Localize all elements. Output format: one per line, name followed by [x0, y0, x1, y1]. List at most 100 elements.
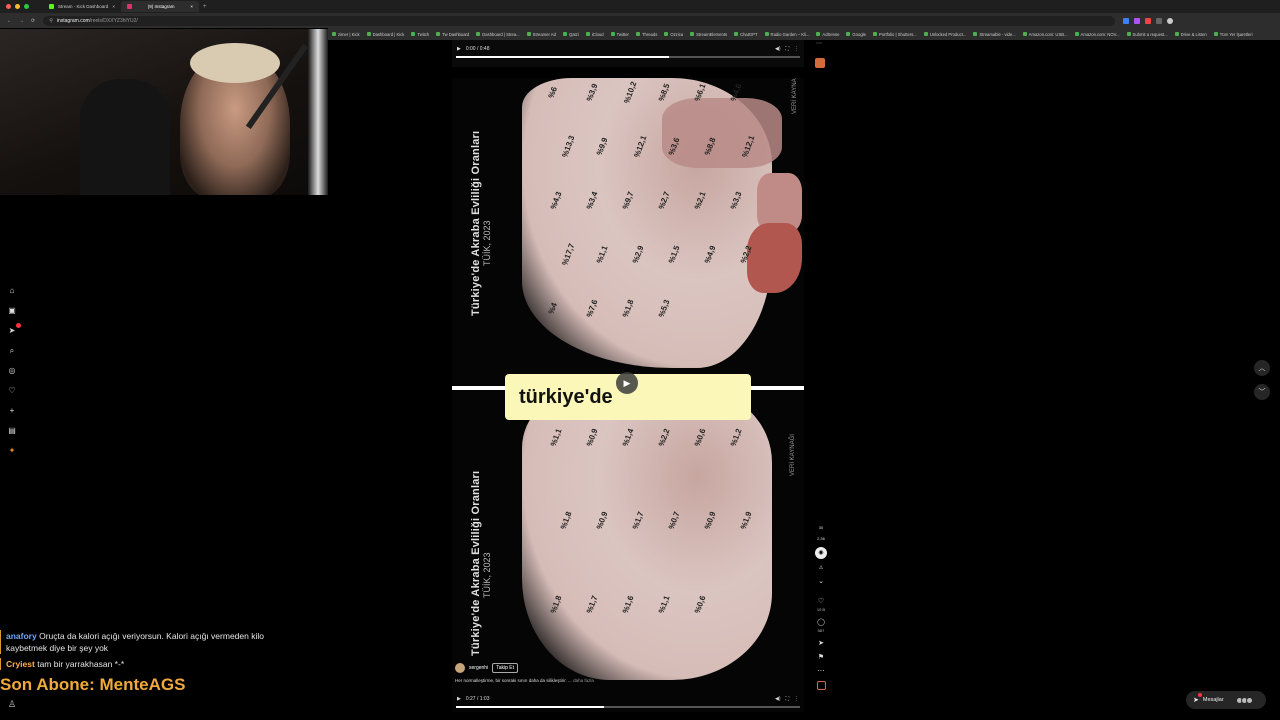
bookmark-item[interactable]: Portfolio | Shutters... — [872, 31, 917, 37]
notifications-icon[interactable]: ♡ — [8, 386, 17, 395]
bookmark-item[interactable]: Submit a request... — [1126, 31, 1168, 37]
audio-icon[interactable] — [816, 681, 826, 690]
url-field[interactable]: ⚲ instagram.com /reels/DXXYZ3hlYU2/ — [43, 15, 1116, 26]
bookmark-item[interactable]: Tw Dashboard — [436, 32, 469, 37]
bookmark-item[interactable]: Amazon.com: USB... — [1022, 32, 1068, 37]
close-tab-icon[interactable]: × — [190, 4, 193, 9]
bookmark-label: Portfolio | Shutters... — [878, 31, 917, 37]
author-name[interactable]: sergenhi — [469, 665, 488, 671]
search-icon[interactable]: ⌕ — [8, 346, 17, 355]
fullscreen-icon[interactable]: ⛶ — [785, 46, 789, 52]
extension-icon[interactable] — [1156, 17, 1163, 24]
extension-icon[interactable] — [1134, 17, 1141, 24]
volume-icon[interactable]: ◀) — [775, 696, 781, 702]
bookmark-label: Streamer Ad — [532, 31, 556, 37]
follow-button[interactable]: Takip Et — [492, 663, 518, 673]
close-tab-icon[interactable]: × — [112, 4, 115, 9]
bookmark-item[interactable]: Dashboard | Strea... — [476, 31, 520, 37]
user-profile-icon[interactable]: ♙ — [8, 699, 16, 710]
more-icon[interactable]: ✦ — [8, 446, 17, 455]
previous-reel-controls: ▶ 0:00 / 0:48 ◀) ⛶ ⋮ — [452, 40, 804, 67]
new-tab-icon[interactable]: + — [203, 4, 207, 10]
home-icon[interactable]: ⌂ — [8, 286, 17, 295]
bookmark-item[interactable]: Ozzica — [664, 32, 683, 37]
webcam-overlay — [0, 29, 328, 195]
bookmark-item[interactable]: Threads — [635, 31, 658, 37]
back-icon[interactable]: ← — [7, 18, 12, 24]
reel-audio-thumbnail[interactable] — [815, 58, 825, 68]
more-options-icon[interactable]: ⋮ — [794, 696, 799, 702]
chevron-down-icon[interactable]: ⌄ — [818, 577, 824, 585]
bookmark-icon — [635, 32, 640, 36]
extension-icon[interactable] — [1145, 17, 1152, 24]
bookmark-item[interactable]: Streamable - vide... — [973, 32, 1016, 37]
create-icon[interactable]: + — [8, 406, 17, 415]
bookmark-item[interactable]: Streamer Ad — [526, 31, 556, 37]
map-subtitle: TÜİK, 2023 — [482, 552, 492, 598]
threads-icon[interactable]: ▤ — [8, 426, 17, 435]
close-window-button[interactable] — [6, 4, 11, 9]
bookmark-item[interactable]: Tüm Yer İşaretleri — [1213, 32, 1253, 37]
reload-icon[interactable]: ⟳ — [31, 18, 35, 24]
more-options-icon[interactable]: ⋯ — [816, 40, 822, 47]
tab-instagram[interactable]: (9) Instagram × — [121, 1, 199, 12]
next-reel-button[interactable]: ﹀ — [1254, 384, 1270, 400]
more-link[interactable]: daha fazla — [573, 678, 594, 683]
bookmark-item[interactable]: AdSense — [816, 32, 839, 37]
fullscreen-icon[interactable]: ⛶ — [785, 696, 789, 702]
forward-icon[interactable]: → — [19, 18, 24, 24]
reel-video[interactable]: %6 %3,9 %10,2 %8,5 %6,1 %4,6 %13,3 %9,9 %12,1 %3,… — [452, 78, 804, 712]
bookmark-icon — [734, 32, 739, 36]
volume-icon[interactable]: ◀) — [775, 46, 781, 52]
bookmark-item[interactable]: iCloud — [585, 32, 604, 37]
bookmark-item[interactable]: Twitter — [610, 32, 629, 37]
profile-icon[interactable] — [1167, 17, 1174, 24]
maximize-window-button[interactable] — [24, 4, 29, 9]
bookmark-item[interactable]: Google — [846, 32, 866, 37]
bookmark-item[interactable]: Radio Garden – Kli... — [764, 32, 809, 37]
map-title: Türkiye'de Akraba Evliliği Oranları — [470, 470, 482, 656]
more-icon[interactable]: ⋯ — [818, 667, 825, 675]
bookmark-item[interactable]: Drive & Listen — [1174, 32, 1207, 37]
messages-icon[interactable]: ➤ — [8, 323, 21, 335]
side-count: 30 — [818, 525, 824, 530]
bookmark-item[interactable]: zimer | Kick — [332, 32, 360, 37]
camera-icon[interactable]: ◉ — [815, 547, 827, 559]
notification-badge — [15, 323, 21, 328]
extension-icon[interactable] — [1123, 17, 1130, 24]
map-source: VERİ KAYNAĞI — [792, 78, 798, 114]
previous-reel-button[interactable]: ︿ — [1254, 360, 1270, 376]
bookmark-label: Dashboard | Strea... — [482, 31, 520, 37]
reel-author: sergenhi Takip Et — [455, 663, 518, 673]
bookmark-item[interactable]: Qatzi — [562, 32, 579, 37]
messages-button[interactable]: ➤ Mesajlar — [1186, 691, 1266, 709]
bookmark-item[interactable]: Amazon.com: NOV... — [1074, 32, 1120, 37]
more-options-icon[interactable]: ⋮ — [794, 46, 799, 52]
bookmark-label: Threads — [641, 31, 658, 37]
reels-icon[interactable]: ▣ — [8, 306, 17, 315]
play-icon[interactable]: ▶ — [457, 46, 461, 52]
video-progress-bar[interactable] — [456, 56, 800, 58]
comment-count: 587 — [817, 628, 825, 633]
save-icon[interactable]: ⚑ — [818, 653, 824, 661]
bookmark-item[interactable]: Dashboard | Kick — [366, 32, 404, 37]
play-button-icon[interactable]: ▶ — [616, 372, 638, 394]
bookmark-icon — [872, 32, 877, 36]
avatar[interactable] — [455, 663, 465, 673]
comment-icon[interactable]: ◯ — [817, 618, 825, 626]
minimize-window-button[interactable] — [15, 4, 20, 9]
tab-kick-dashboard[interactable]: Stream - Kick Dashboard × — [43, 1, 121, 12]
bookmark-icon — [1126, 32, 1131, 36]
bookmark-item[interactable]: ChatGPT — [734, 32, 758, 37]
bookmark-item[interactable]: StreamElements — [690, 32, 727, 37]
bookmark-label: Submit a request... — [1132, 31, 1168, 37]
like-icon[interactable]: ♡ — [818, 597, 824, 605]
bookmark-item[interactable]: Unlocked Product... — [923, 32, 966, 37]
video-progress-bar[interactable] — [456, 706, 800, 708]
share-icon[interactable]: ➤ — [818, 639, 824, 647]
explore-icon[interactable]: ◎ — [8, 366, 17, 375]
bookmark-icon — [436, 32, 441, 36]
play-icon[interactable]: ▶ — [457, 696, 461, 702]
bookmark-icon — [562, 32, 567, 36]
bookmark-item[interactable]: Twitch — [411, 32, 429, 37]
